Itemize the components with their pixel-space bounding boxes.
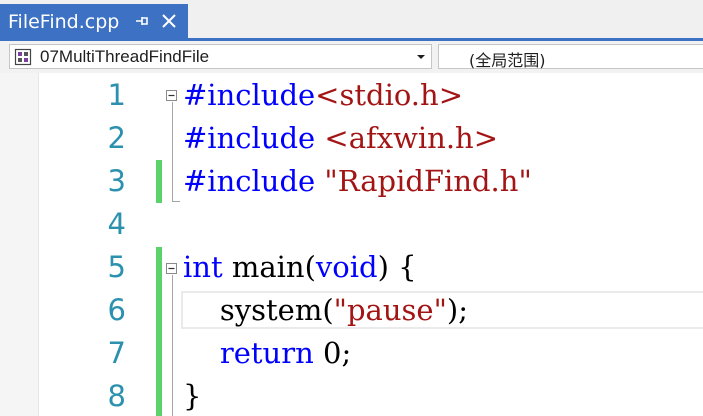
string-token: "pause" (333, 293, 447, 327)
fold-guide (172, 275, 173, 416)
line-number: 1 (107, 78, 126, 112)
code-token: ) { (377, 250, 417, 284)
tab-bar: FileFind.cpp (0, 0, 703, 41)
keyword-token: return (219, 336, 314, 370)
code-line: #include<stdio.h> (183, 78, 463, 112)
line-number: 2 (107, 121, 126, 155)
keyword-token: void (315, 250, 378, 284)
project-scope-dropdown[interactable]: 07MultiThreadFindFile (9, 44, 432, 69)
string-token: <afxwin.h> (324, 121, 499, 155)
editor-margin (0, 73, 39, 416)
line-number: 7 (107, 336, 126, 370)
code-token: system( (183, 293, 334, 327)
keyword-token: #include (183, 78, 316, 112)
code-token: ); (446, 293, 469, 327)
string-token: "RapidFind.h" (324, 164, 532, 198)
string-token: <stdio.h> (315, 78, 463, 112)
keyword-token: #include (183, 164, 316, 198)
collapse-icon[interactable] (166, 263, 177, 274)
dropdown-arrow-icon[interactable] (415, 52, 427, 62)
code-line: return 0; (183, 336, 351, 370)
tab-title: FileFind.cpp (8, 11, 120, 33)
code-line: #include <afxwin.h> (183, 121, 498, 155)
code-line: system("pause"); (183, 293, 468, 327)
tab-filefind[interactable]: FileFind.cpp (0, 4, 188, 38)
code-line: #include "RapidFind.h" (183, 164, 532, 198)
code-line: } (183, 379, 201, 413)
code-token: main( (222, 250, 316, 284)
line-number: 8 (107, 379, 126, 413)
change-indicator (156, 247, 162, 416)
collapse-icon[interactable] (166, 90, 177, 101)
close-icon[interactable] (160, 12, 178, 30)
global-scope-dropdown[interactable]: (全局范围) (438, 44, 703, 70)
pin-icon[interactable] (133, 12, 151, 30)
code-token: 0; (313, 336, 352, 370)
change-indicator (156, 160, 162, 203)
project-icon (14, 48, 32, 66)
code-token: } (183, 379, 202, 413)
project-scope-label: 07MultiThreadFindFile (40, 47, 210, 66)
keyword-token: int (183, 250, 223, 284)
line-number: 4 (107, 207, 126, 241)
line-number: 5 (107, 250, 126, 284)
fold-guide (172, 102, 173, 201)
global-scope-label: (全局范围) (469, 51, 546, 70)
line-number: 3 (107, 164, 126, 198)
navigation-bar: 07MultiThreadFindFile (全局范围) (0, 41, 703, 73)
code-line: int main(void) { (183, 250, 417, 284)
line-number: 6 (107, 293, 126, 327)
keyword-token: #include (183, 121, 316, 155)
fold-guide-end (172, 201, 180, 202)
code-editor[interactable]: 12345678 #include<stdio.h> #include <afxw… (0, 73, 703, 416)
